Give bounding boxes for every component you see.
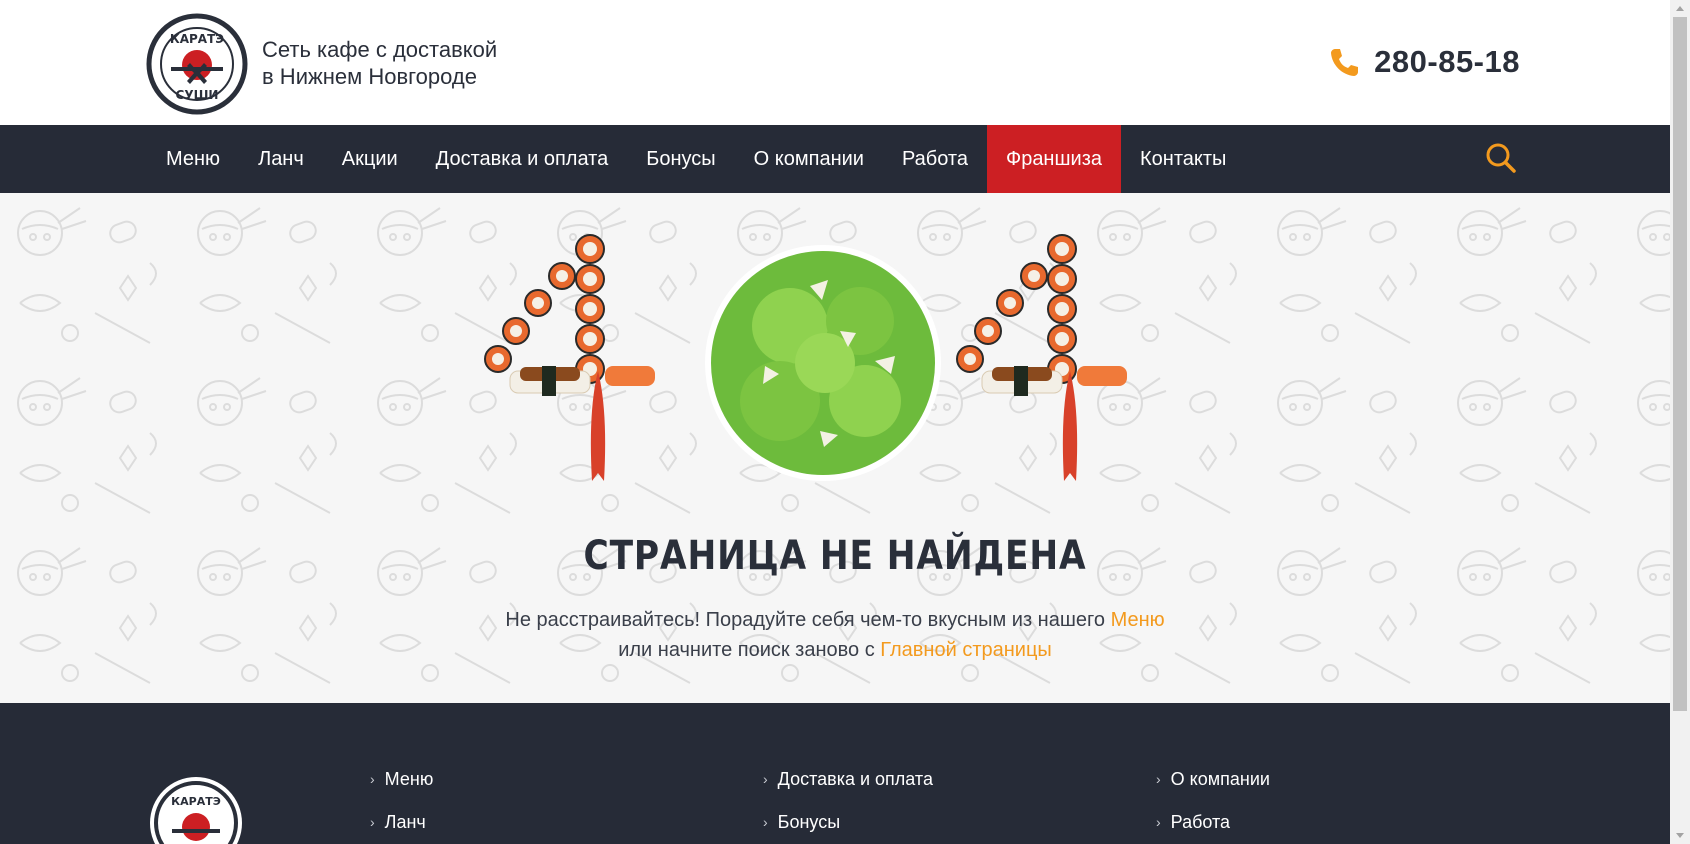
error-message-line-1: Не расстраивайтесь! Порадуйте себя чем-т… [0, 605, 1670, 635]
404-food-illustration [484, 234, 1127, 481]
nav-item-contacts[interactable]: Контакты [1121, 125, 1245, 193]
phone-icon [1331, 49, 1359, 76]
footer-link-menu[interactable]: › Меню [370, 769, 433, 812]
nav-item-menu[interactable]: Меню [147, 125, 239, 193]
home-page-link[interactable]: Главной страницы [880, 639, 1051, 661]
footer-links-column-1: › Меню › Ланч [370, 769, 433, 844]
footer-link-delivery[interactable]: › Доставка и оплата [763, 769, 933, 812]
logo-text-bottom: СУШИ [176, 88, 219, 102]
menu-link[interactable]: Меню [1111, 609, 1165, 631]
sushi-four-right-icon [956, 234, 1127, 481]
error-message-text-2: или начните поиск заново с [618, 639, 881, 661]
chevron-right-icon: › [370, 771, 375, 787]
footer-links-column-2: › Доставка и оплата › Бонусы [763, 769, 933, 844]
footer-link-lunch[interactable]: › Ланч [370, 812, 433, 844]
nav-item-jobs[interactable]: Работа [883, 125, 987, 193]
chevron-right-icon: › [763, 771, 768, 787]
scrollbar-thumb[interactable] [1673, 17, 1687, 711]
site-footer: КАРАТЭ › Меню › Ланч › Доставка и оплата › Б… [0, 703, 1670, 844]
footer-links-column-3: › О компании › Работа [1156, 769, 1270, 844]
nav-item-bonuses[interactable]: Бонусы [627, 125, 734, 193]
phone-number[interactable]: 280-85-18 [1374, 44, 1520, 80]
chevron-right-icon: › [370, 814, 375, 830]
page-scrollbar[interactable] [1670, 0, 1690, 844]
salad-plate-icon [705, 245, 941, 481]
error-title: СТРАНИЦА НЕ НАЙДЕНА [583, 533, 1087, 579]
footer-link-bonuses[interactable]: › Бонусы [763, 812, 933, 844]
site-header: КАРАТЭ СУШИ Сеть кафе с доставкой в Нижн… [0, 0, 1670, 125]
page: КАРАТЭ СУШИ Сеть кафе с доставкой в Нижн… [0, 0, 1670, 844]
karate-sushi-logo[interactable]: КАРАТЭ СУШИ [146, 13, 248, 115]
chevron-right-icon: › [1156, 814, 1161, 830]
logo-text-top: КАРАТЭ [170, 32, 224, 46]
nav-item-about[interactable]: О компании [735, 125, 883, 193]
nav-item-franchise[interactable]: Франшиза [986, 125, 1121, 193]
error-message: Не расстраивайтесь! Порадуйте себя чем-т… [0, 605, 1670, 665]
error-message-line-2: или начните поиск заново с Главной стран… [0, 635, 1670, 665]
chevron-right-icon: › [763, 814, 768, 830]
scroll-up-arrow-icon[interactable] [1670, 0, 1690, 17]
main-navigation: Меню Ланч Акции Доставка и оплата Бонусы… [0, 125, 1670, 193]
search-icon[interactable] [1484, 141, 1518, 175]
nav-item-promotions[interactable]: Акции [323, 125, 417, 193]
footer-logo-text: КАРАТЭ [171, 795, 221, 808]
nav-item-delivery[interactable]: Доставка и оплата [417, 125, 628, 193]
tagline-line-2: в Нижнем Новгороде [262, 64, 477, 89]
nav-item-lunch[interactable]: Ланч [239, 125, 323, 193]
footer-link-about[interactable]: › О компании [1156, 769, 1270, 812]
tagline-line-1: Сеть кафе с доставкой [262, 37, 498, 62]
site-tagline: Сеть кафе с доставкой в Нижнем Новгороде [262, 36, 497, 90]
scroll-down-arrow-icon[interactable] [1670, 827, 1690, 844]
error-section: СТРАНИЦА НЕ НАЙДЕНА Не расстраивайтесь! … [0, 193, 1670, 703]
error-message-text-1: Не расстраивайтесь! Порадуйте себя чем-т… [505, 609, 1111, 631]
header-phone[interactable]: 280-85-18 [1328, 44, 1520, 80]
footer-link-jobs[interactable]: › Работа [1156, 812, 1270, 844]
chevron-right-icon: › [1156, 771, 1161, 787]
footer-logo[interactable]: КАРАТЭ [148, 775, 244, 844]
sushi-four-left-icon [484, 234, 655, 481]
